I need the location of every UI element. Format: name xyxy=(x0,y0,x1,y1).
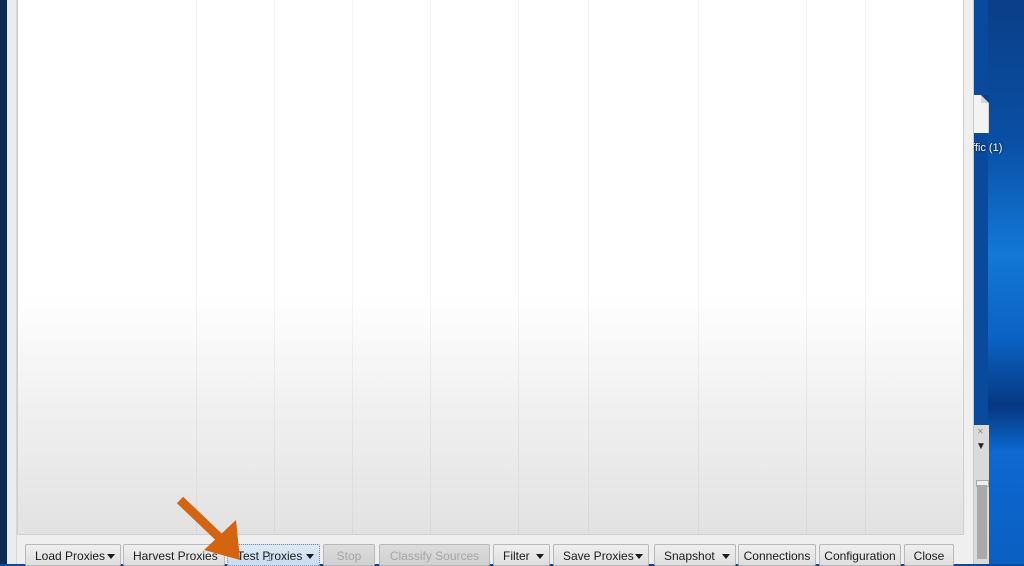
proxy-list[interactable] xyxy=(17,0,964,535)
close-icon[interactable]: ✕ xyxy=(977,427,984,436)
scrollbar[interactable] xyxy=(977,485,987,559)
snapshot-button[interactable]: Snapshot xyxy=(654,544,736,566)
column-divider[interactable] xyxy=(518,0,519,534)
close-label: Close xyxy=(913,549,945,563)
column-divider[interactable] xyxy=(806,0,807,534)
proxy-app-window xyxy=(7,0,974,564)
mouse-cursor-icon: ⌶ xyxy=(266,552,273,564)
test-proxies-button[interactable]: Test Proxies xyxy=(227,544,320,566)
connections-button[interactable]: Connections xyxy=(738,544,816,566)
background-window-edge: ✕ ▼ xyxy=(973,425,989,564)
document-file-icon[interactable] xyxy=(972,95,989,133)
close-button[interactable]: Close xyxy=(904,544,954,566)
chevron-down-icon[interactable] xyxy=(536,554,544,559)
window-left-border xyxy=(7,0,17,564)
chevron-down-icon[interactable] xyxy=(635,554,643,559)
column-divider[interactable] xyxy=(352,0,353,534)
classify-sources-button[interactable]: Classify Sources xyxy=(379,544,490,566)
filter-label: Filter xyxy=(503,549,530,563)
stop-label: Stop xyxy=(336,549,362,563)
desktop-background-right xyxy=(988,0,1024,564)
column-divider[interactable] xyxy=(196,0,197,534)
desktop-background-left xyxy=(0,0,7,564)
connections-label: Connections xyxy=(743,549,811,563)
chevron-down-icon[interactable] xyxy=(306,554,314,559)
chevron-down-icon[interactable]: ▼ xyxy=(976,441,986,452)
load-proxies-label: Load Proxies xyxy=(35,549,106,563)
stop-button[interactable]: Stop xyxy=(323,544,375,566)
save-proxies-button[interactable]: Save Proxies xyxy=(553,544,649,566)
column-divider[interactable] xyxy=(430,0,431,534)
column-divider[interactable] xyxy=(588,0,589,534)
chevron-down-icon[interactable] xyxy=(722,554,730,559)
column-divider[interactable] xyxy=(274,0,275,534)
bottom-toolbar: Load Proxies Harvest Proxies Test Proxie… xyxy=(17,544,967,566)
configuration-label: Configuration xyxy=(824,549,896,563)
column-divider[interactable] xyxy=(865,0,866,534)
load-proxies-button[interactable]: Load Proxies xyxy=(25,544,121,566)
harvest-proxies-label: Harvest Proxies xyxy=(133,549,218,563)
chevron-down-icon[interactable] xyxy=(107,554,115,559)
column-divider[interactable] xyxy=(698,0,699,534)
harvest-proxies-button[interactable]: Harvest Proxies xyxy=(123,544,225,566)
desktop-icon-label[interactable]: ffic (1) xyxy=(972,142,1002,154)
save-proxies-label: Save Proxies xyxy=(563,549,634,563)
configuration-button[interactable]: Configuration xyxy=(819,544,901,566)
classify-sources-label: Classify Sources xyxy=(389,549,480,563)
filter-button[interactable]: Filter xyxy=(493,544,550,566)
snapshot-label: Snapshot xyxy=(664,549,715,563)
